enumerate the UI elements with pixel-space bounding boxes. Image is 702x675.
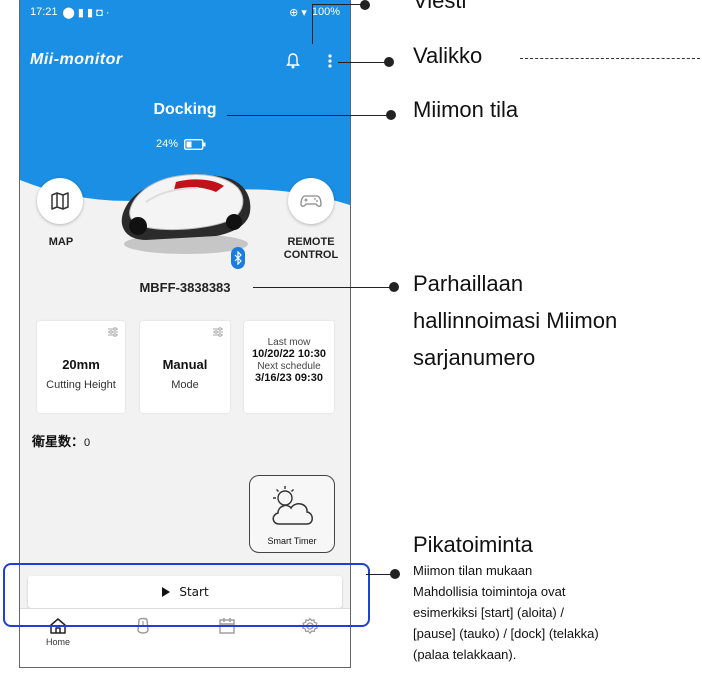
schedule-card[interactable]: Last mow 10/20/22 10:30 Next schedule 3/…	[244, 321, 334, 413]
annotation-serial-line3: sarjanumero	[413, 345, 536, 370]
state-leader-line	[227, 115, 391, 116]
annotation-quick-line1: Miimon tilan mukaan	[413, 563, 533, 578]
menu-kebab-icon[interactable]	[326, 53, 334, 69]
serial-leader-line	[253, 287, 395, 288]
status-bar: 17:21 ⬤ ▮ ▮ ◘ · ⊕ ▾ 100%	[30, 3, 340, 21]
annotation-menu: Valikko	[413, 43, 483, 68]
annotation-quick-line2: Mahdollisia toimintoja ovat	[413, 584, 566, 599]
bluetooth-icon	[234, 251, 242, 265]
satellite-value: 0	[84, 437, 91, 449]
app-logo: Mii-monitor	[30, 51, 123, 68]
remote-control-label: REMOTE CONTROL	[278, 236, 344, 262]
satellite-count: 衛星数：0	[32, 431, 90, 450]
battery-icon	[184, 138, 206, 150]
mower-battery-label: 24%	[156, 138, 179, 150]
message-leader-line-h	[312, 4, 362, 5]
next-schedule-value: 3/16/23 09:30	[255, 372, 323, 384]
last-mow-label: Last mow	[267, 337, 311, 348]
annotation-quick-line5: (palaa telakkaan).	[413, 647, 517, 662]
remote-control-label-line2: CONTROL	[283, 249, 339, 261]
adjust-icon	[108, 327, 118, 337]
bell-icon[interactable]	[286, 53, 300, 69]
menu-dot	[384, 57, 394, 67]
status-battery: 100%	[311, 6, 340, 18]
smart-timer-button[interactable]: Smart Timer	[249, 475, 335, 553]
mode-value: Manual	[162, 357, 208, 372]
map-button[interactable]	[37, 178, 83, 224]
quick-action-highlight	[3, 563, 370, 627]
adjust-icon	[213, 327, 223, 337]
cutting-height-label: Cutting Height	[46, 379, 116, 391]
wifi-icon: ⊕ ▾	[289, 6, 307, 19]
annotation-quick-line3: esimerkiksi [start] (aloita) /	[413, 605, 564, 620]
cutting-height-card[interactable]: 20mm Cutting Height	[37, 321, 125, 413]
annotation-message: Viesti	[413, 0, 467, 13]
smart-timer-label: Smart Timer	[267, 536, 317, 546]
remote-control-button[interactable]	[288, 178, 334, 224]
mode-card[interactable]: Manual Mode	[140, 321, 230, 413]
annotation-quick-body: Miimon tilan mukaan Mahdollisia toiminto…	[413, 560, 599, 665]
cutting-height-value: 20mm	[62, 357, 100, 372]
remote-control-label-line1: REMOTE	[287, 236, 335, 248]
annotation-serial-line1: Parhaillaan	[413, 271, 524, 296]
mode-label: Mode	[171, 379, 199, 391]
gamepad-icon	[300, 195, 322, 207]
annotation-state: Miimon tila	[413, 97, 519, 122]
mower-state: Docking	[153, 101, 217, 118]
bluetooth-badge	[231, 247, 245, 269]
state-dot	[386, 110, 396, 120]
serial-dot	[389, 282, 399, 292]
satellite-label: 衛星数：	[32, 434, 85, 449]
status-time: 17:21	[30, 6, 58, 18]
notification-icons: ⬤ ▮ ▮ ◘ ·	[62, 6, 110, 19]
annotation-serial-line2: hallinnoimasi Miimon	[413, 308, 618, 333]
nav-home-label: Home	[45, 637, 70, 647]
mower-image	[121, 174, 251, 254]
mower-battery: 24%	[156, 138, 206, 150]
message-leader-line	[312, 4, 313, 44]
last-mow-value: 10/20/22 10:30	[251, 348, 326, 360]
annotation-serial: Parhaillaan hallinnoimasi Miimon sarjanu…	[413, 265, 617, 376]
next-schedule-label: Next schedule	[257, 361, 321, 372]
quick-dot	[390, 569, 400, 579]
annotation-quick-line4: [pause] (tauko) / [dock] (telakka)	[413, 626, 599, 641]
map-label: MAP	[48, 236, 74, 248]
annotation-quick-title: Pikatoiminta	[413, 532, 533, 557]
menu-dashed-line	[520, 58, 700, 60]
message-dot	[360, 0, 370, 10]
menu-leader-line	[338, 62, 390, 63]
map-icon	[51, 192, 69, 210]
sun-cloud-icon	[272, 486, 313, 525]
